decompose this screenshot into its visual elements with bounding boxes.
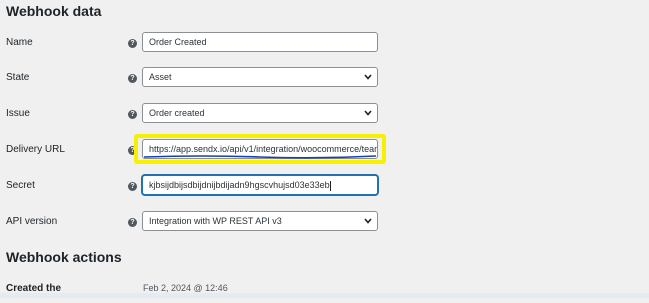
- chevron-down-icon: [364, 110, 372, 116]
- secret-input[interactable]: kjbsijdbijsdbijdnijbdijadn9hgscvhujsd03e…: [142, 175, 378, 195]
- secret-row: Secret ? kjbsijdbijsdbijdnijbdijadn9hgsc…: [0, 175, 649, 199]
- state-select[interactable]: Asset: [142, 67, 378, 87]
- delivery-url-label: Delivery URL: [6, 144, 65, 155]
- chevron-down-icon: [364, 74, 372, 80]
- secret-label: Secret: [6, 180, 35, 191]
- issue-select[interactable]: Order created: [142, 103, 378, 123]
- help-icon[interactable]: ?: [128, 218, 137, 227]
- underline-annotation: [143, 155, 377, 159]
- secret-input-value: kjbsijdbijsdbijdnijbdijadn9hgscvhujsd03e…: [149, 180, 330, 190]
- help-icon[interactable]: ?: [128, 110, 137, 119]
- name-row: Name ? Order Created: [0, 32, 649, 56]
- state-label: State: [6, 72, 30, 83]
- name-input[interactable]: Order Created: [142, 32, 378, 52]
- text-caret: [329, 180, 331, 191]
- issue-select-value: Order created: [149, 108, 205, 118]
- created-row: Created the Feb 2, 2024 @ 12:46: [0, 279, 649, 303]
- api-version-select[interactable]: Integration with WP REST API v3: [142, 211, 378, 231]
- webhook-data-heading: Webhook data: [6, 3, 102, 19]
- bottom-bar: [0, 293, 649, 298]
- help-icon[interactable]: ?: [128, 39, 137, 48]
- created-value: Feb 2, 2024 @ 12:46: [143, 283, 228, 293]
- api-version-row: API version ? Integration with WP REST A…: [0, 211, 649, 235]
- api-version-label: API version: [6, 216, 58, 227]
- state-row: State ? Asset: [0, 67, 649, 91]
- api-version-select-value: Integration with WP REST API v3: [149, 216, 282, 226]
- issue-row: Issue ? Order created: [0, 103, 649, 127]
- help-icon[interactable]: ?: [128, 182, 137, 191]
- help-icon[interactable]: ?: [128, 74, 137, 83]
- chevron-down-icon: [364, 218, 372, 224]
- webhook-actions-heading: Webhook actions: [6, 249, 122, 265]
- name-label: Name: [6, 37, 33, 48]
- issue-label: Issue: [6, 108, 30, 119]
- state-select-value: Asset: [149, 72, 172, 82]
